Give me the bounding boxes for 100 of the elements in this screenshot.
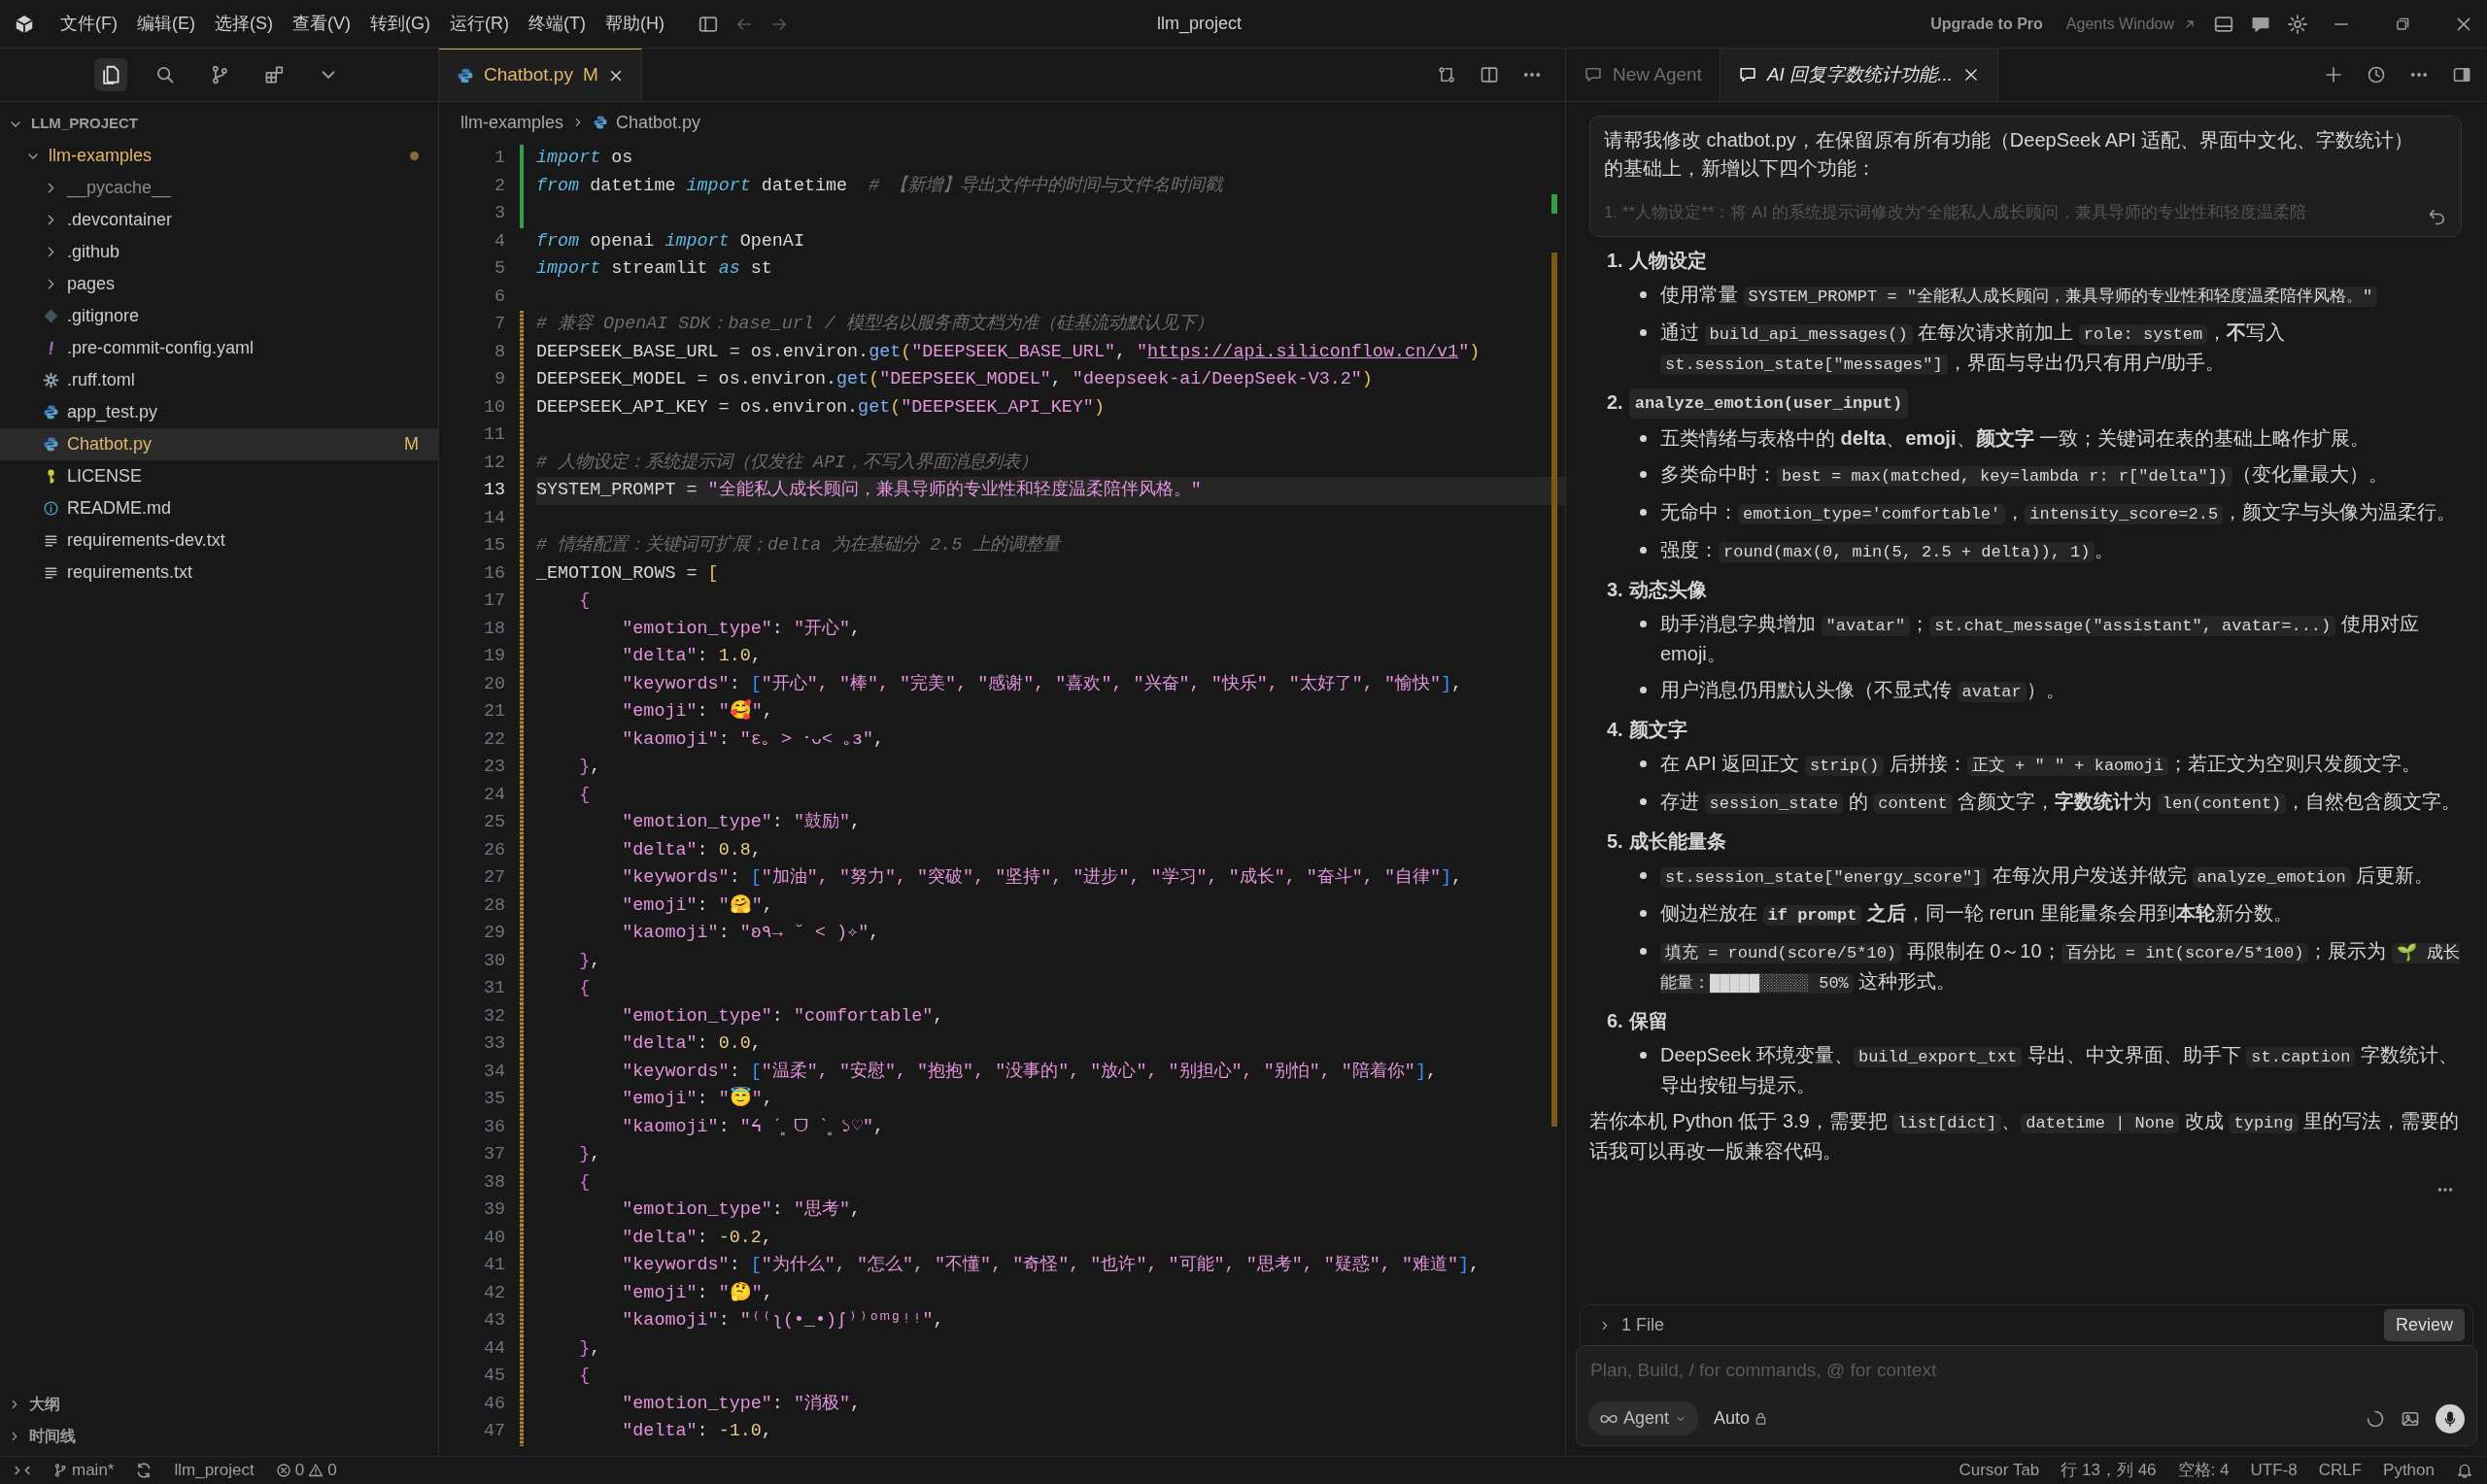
code-line: "emoji": "😇",	[621, 1086, 774, 1111]
paragraph: 若你本机 Python 低于 3.9，需要把 list[dict] 、 datetime | None 改成 typing 里的写法，需要的话我可以再改一版兼容代码。	[1589, 1109, 2461, 1164]
agents-window-link[interactable]: Agents Window	[2065, 12, 2174, 36]
file-name: requirements-dev.txt	[67, 529, 226, 552]
line-number: 29	[482, 922, 506, 946]
project-name[interactable]: llm_project	[174, 1458, 255, 1483]
composer-box[interactable]: Plan, Build, / for commands, @ for context Agent Auto	[1576, 1345, 2477, 1446]
python-file-icon	[593, 115, 609, 130]
section-header[interactable]: 大纲	[29, 1392, 60, 1416]
line-number: 16	[482, 561, 506, 586]
menu-item[interactable]: 终端(T)	[519, 7, 596, 41]
status-item[interactable]: 空格: 4	[2177, 1458, 2230, 1483]
agent-tab[interactable]: New Agent	[1566, 49, 1720, 101]
line-number: 23	[482, 756, 506, 780]
code-line: "emotion_type": "开心",	[621, 617, 862, 641]
file-row[interactable]: pages	[0, 268, 438, 300]
status-item[interactable]: 行 13，列 46	[2061, 1458, 2157, 1483]
agent-tab[interactable]: AI 回复字数统计功能...	[1720, 49, 1998, 101]
bullet-dot	[1640, 621, 1647, 627]
file-row[interactable]: requirements.txt	[0, 556, 438, 589]
line-number: 22	[482, 727, 506, 752]
branch-name[interactable]: main*	[72, 1458, 115, 1483]
bullet-text: 无命中： emotion_type='comfortable' ， intensity_score=2.5 ，颜文字与头像为温柔行。	[1660, 500, 2458, 526]
line-number: 11	[482, 423, 506, 448]
menu-item[interactable]: 编辑(E)	[127, 7, 205, 41]
code-line: "delta": 0.8,	[621, 838, 763, 862]
error-icon	[275, 1463, 291, 1478]
compare-icon[interactable]	[1437, 65, 1456, 84]
app-logo-icon	[14, 13, 35, 35]
code-line: _EMOTION_ROWS = [	[536, 561, 720, 586]
line-number: 34	[482, 1060, 506, 1084]
code-line: "emotion_type": "消极",	[621, 1392, 862, 1416]
status-item[interactable]: Python	[2383, 1458, 2435, 1483]
code-line: # 情绪配置：关键词可扩展；delta 为在基础分 2.5 上的调整量	[536, 533, 1063, 557]
status-item[interactable]: UTF-8	[2250, 1458, 2298, 1483]
close-icon[interactable]	[1962, 66, 1980, 84]
menu-item[interactable]: 查看(V)	[283, 7, 360, 41]
file-row[interactable]: LICENSE	[0, 460, 438, 492]
menu-item[interactable]: 文件(F)	[51, 7, 127, 41]
code-line: "delta": 1.0,	[621, 645, 763, 668]
breadcrumb-item[interactable]: Chatbot.py	[616, 109, 701, 136]
code-line: from datetime import datetime # 【新增】导出文件中的时间与文件名时间戳	[536, 174, 1225, 198]
code-line: import os	[536, 147, 634, 170]
status-item[interactable]: Cursor Tab	[1959, 1458, 2040, 1483]
folder-name[interactable]: llm-examples	[49, 143, 402, 169]
menu-item[interactable]: 选择(S)	[205, 7, 283, 41]
file-row[interactable]: Chatbot.py M	[0, 428, 438, 460]
line-number: 45	[482, 1365, 506, 1389]
code-line: "keywords": ["为什么", "怎么", "不懂", "奇怪", "也许", "可能", "思考", "疑惑", "难道"],	[621, 1254, 1482, 1277]
upgrade-link[interactable]: Upgrade to Pro	[1930, 12, 2043, 36]
plus-icon[interactable]	[2324, 65, 2343, 84]
microphone-button[interactable]	[2436, 1403, 2465, 1433]
bell-icon[interactable]	[2456, 1462, 2473, 1479]
status-item[interactable]: CRLF	[2318, 1458, 2363, 1483]
file-row[interactable]: .ruff.toml	[0, 364, 438, 396]
file-row[interactable]: .github	[0, 236, 438, 268]
undo-icon[interactable]	[2428, 207, 2447, 226]
code-line: "delta": -0.2,	[621, 1226, 773, 1250]
file-name: .pre-commit-config.yaml	[67, 337, 256, 359]
code-line: DEEPSEEK_API_KEY = os.environ.get("DEEPSEEK_API_KEY")	[536, 395, 1106, 420]
editor-tab[interactable]: Chatbot.py M	[439, 49, 642, 101]
file-row[interactable]: app_test.py	[0, 396, 438, 428]
code-line: {	[578, 590, 592, 613]
file-row[interactable]: .pre-commit-config.yaml	[0, 332, 438, 364]
bullet-dot	[1640, 872, 1647, 879]
file-row[interactable]: __pycache__	[0, 172, 438, 204]
settings-icon[interactable]	[2287, 13, 2308, 35]
sidebar-toggle-icon[interactable]	[2452, 65, 2471, 84]
line-number: 26	[482, 838, 506, 862]
line-number: 10	[482, 395, 506, 420]
file-row[interactable]: requirements-dev.txt	[0, 524, 438, 556]
explorer-tab[interactable]	[93, 58, 127, 91]
menu-item[interactable]: 运行(R)	[440, 7, 519, 41]
files-changed-label[interactable]: 1 File	[1621, 1312, 2374, 1338]
breadcrumb-item[interactable]: llm-examples	[460, 109, 564, 136]
project-root[interactable]: LLM_PROJECT	[31, 113, 138, 135]
python-file-icon	[43, 436, 59, 453]
file-row[interactable]: README.md	[0, 492, 438, 524]
line-number: 30	[482, 949, 506, 973]
line-number: 24	[482, 783, 506, 807]
warning-count[interactable]: 0	[327, 1458, 337, 1483]
line-number: 17	[482, 590, 506, 614]
menu-item[interactable]: 转到(G)	[360, 7, 440, 41]
section-header[interactable]: 时间线	[29, 1424, 76, 1448]
code-line: },	[578, 949, 602, 973]
review-button[interactable]: Review	[2383, 1309, 2465, 1341]
composer-input[interactable]: Plan, Build, / for commands, @ for context	[1588, 1356, 2465, 1386]
code-line: DEEPSEEK_MODEL = os.environ.get("DEEPSEEK_MODEL", "deepseek-ai/DeepSeek-V3.2")	[536, 368, 1374, 391]
code-line: "kaomoji": "ε｡ ˃ ･ᴗ˂ ｡з",	[621, 727, 886, 752]
file-row[interactable]: .devcontainer	[0, 204, 438, 236]
chat-bubble-icon	[1737, 65, 1757, 84]
menu-item[interactable]: 帮助(H)	[595, 7, 674, 41]
bullet-text: DeepSeek 环境变量、 build_export_txt 导出、中文界面、助手下 st.caption 字数统计、导出按钮与提示。	[1660, 1043, 2459, 1097]
agent-mode-dropdown[interactable]: Agent	[1588, 1401, 1699, 1435]
python-file-icon	[43, 404, 59, 421]
history-icon[interactable]	[2367, 65, 2386, 84]
model-selector[interactable]: Auto	[1714, 1405, 1769, 1432]
error-count[interactable]: 0	[294, 1458, 305, 1483]
split-editor-icon[interactable]	[1480, 65, 1499, 84]
file-row[interactable]: .gitignore	[0, 300, 438, 332]
